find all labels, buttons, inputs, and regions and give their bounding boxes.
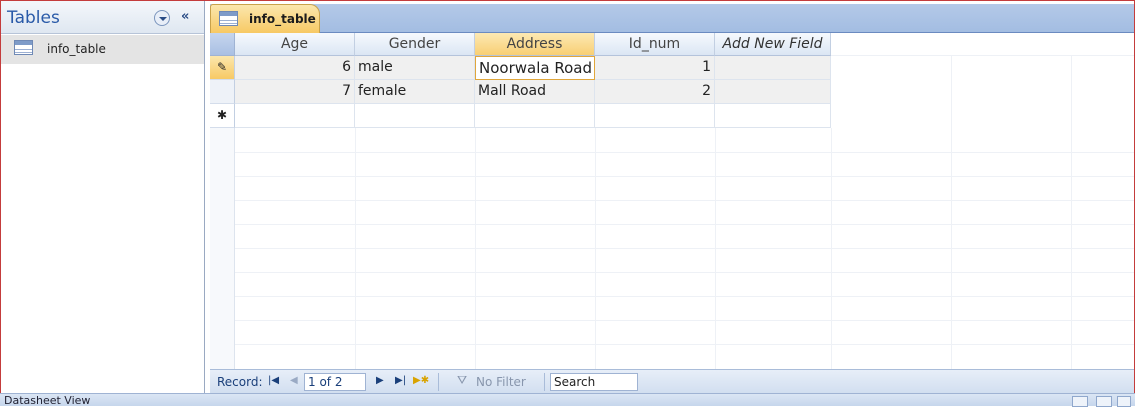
column-header-address[interactable]: Address bbox=[475, 33, 595, 56]
row-selector-editing[interactable]: ✎ bbox=[210, 56, 235, 80]
table-icon bbox=[14, 40, 33, 55]
gridline bbox=[235, 248, 1134, 249]
gridline bbox=[1071, 56, 1072, 369]
column-header-gender[interactable]: Gender bbox=[355, 33, 475, 56]
tab-info-table[interactable]: info_table bbox=[210, 4, 320, 33]
new-cell-age[interactable] bbox=[235, 104, 355, 128]
record-navigation-bar: Record: |◀ ◀ 1 of 2 ▶ ▶| ▶✱ ⛛ No Filter … bbox=[210, 369, 1134, 393]
navigation-pane: Tables « info_table bbox=[1, 1, 205, 393]
pivot-table-view-icon[interactable] bbox=[1096, 396, 1112, 407]
next-record-icon[interactable]: ▶ bbox=[376, 375, 384, 386]
last-record-icon[interactable]: ▶| bbox=[395, 375, 406, 386]
gridline bbox=[235, 200, 1134, 201]
cell-id-num[interactable]: 2 bbox=[595, 80, 715, 104]
gridline bbox=[235, 296, 1134, 297]
document-tab-strip: info_table bbox=[210, 4, 1134, 33]
cell-gender[interactable]: female bbox=[355, 80, 475, 104]
nav-item-label: info_table bbox=[47, 42, 106, 56]
column-header-id-num[interactable]: Id_num bbox=[595, 33, 715, 56]
gridline bbox=[715, 128, 716, 369]
cell-gender[interactable]: male bbox=[355, 56, 475, 80]
cell-age[interactable]: 7 bbox=[235, 80, 355, 104]
chevron-down-icon[interactable] bbox=[154, 10, 170, 26]
navigation-pane-title[interactable]: Tables bbox=[7, 8, 60, 28]
record-label: Record: bbox=[217, 375, 263, 389]
status-text: Datasheet View bbox=[4, 394, 91, 407]
status-bar: Datasheet View bbox=[0, 393, 1135, 407]
cell-id-num[interactable]: 1 bbox=[595, 56, 715, 80]
column-header-empty bbox=[831, 33, 1134, 56]
gridline bbox=[475, 128, 476, 369]
pencil-icon: ✎ bbox=[216, 60, 228, 74]
gridline bbox=[951, 56, 952, 369]
new-record-marker-icon: ✱ bbox=[216, 108, 228, 122]
new-cell-gender[interactable] bbox=[355, 104, 475, 128]
first-record-icon[interactable]: |◀ bbox=[268, 375, 279, 386]
divider bbox=[438, 373, 439, 391]
collapse-pane-button[interactable]: « bbox=[181, 9, 189, 24]
datasheet-view-icon[interactable] bbox=[1072, 396, 1088, 407]
cell-address[interactable]: Mall Road bbox=[475, 80, 595, 104]
design-view-icon[interactable] bbox=[1117, 396, 1131, 407]
row-selector-new[interactable]: ✱ bbox=[210, 104, 235, 128]
gridline bbox=[595, 128, 596, 369]
select-all-button[interactable] bbox=[210, 33, 235, 56]
empty-row-selector-area bbox=[210, 128, 235, 369]
filter-toggle-button[interactable]: No Filter bbox=[476, 375, 526, 389]
filter-icon: ⛛ bbox=[457, 373, 468, 387]
navigation-pane-header: Tables « bbox=[1, 1, 204, 34]
column-header-add-new-field[interactable]: Add New Field bbox=[715, 33, 831, 56]
row-selector[interactable] bbox=[210, 80, 235, 104]
table-icon bbox=[219, 11, 238, 26]
tab-label: info_table bbox=[249, 12, 316, 26]
column-header-age[interactable]: Age bbox=[235, 33, 355, 56]
cell-age[interactable]: 6 bbox=[235, 56, 355, 80]
gridline bbox=[235, 152, 1134, 153]
gridline bbox=[235, 344, 1134, 345]
new-cell-add-new-field[interactable] bbox=[715, 104, 831, 128]
current-record-field[interactable]: 1 of 2 bbox=[304, 373, 366, 391]
nav-item-info-table[interactable]: info_table bbox=[1, 35, 204, 64]
gridline bbox=[235, 224, 1134, 225]
gridline bbox=[235, 320, 1134, 321]
search-input[interactable]: Search bbox=[550, 373, 638, 391]
previous-record-icon[interactable]: ◀ bbox=[290, 375, 298, 386]
cell-add-new-field[interactable] bbox=[715, 80, 831, 104]
cell-address-active[interactable]: Noorwala Road bbox=[475, 56, 595, 80]
datasheet: Age Gender Address Id_num Add New Field … bbox=[210, 33, 1134, 369]
gridline bbox=[235, 176, 1134, 177]
gridline bbox=[235, 272, 1134, 273]
gridline bbox=[355, 128, 356, 369]
new-record-icon[interactable]: ▶✱ bbox=[413, 375, 429, 386]
cell-add-new-field[interactable] bbox=[715, 56, 831, 80]
new-cell-address[interactable] bbox=[475, 104, 595, 128]
gridline bbox=[831, 128, 832, 369]
new-cell-id-num[interactable] bbox=[595, 104, 715, 128]
divider bbox=[544, 373, 545, 391]
